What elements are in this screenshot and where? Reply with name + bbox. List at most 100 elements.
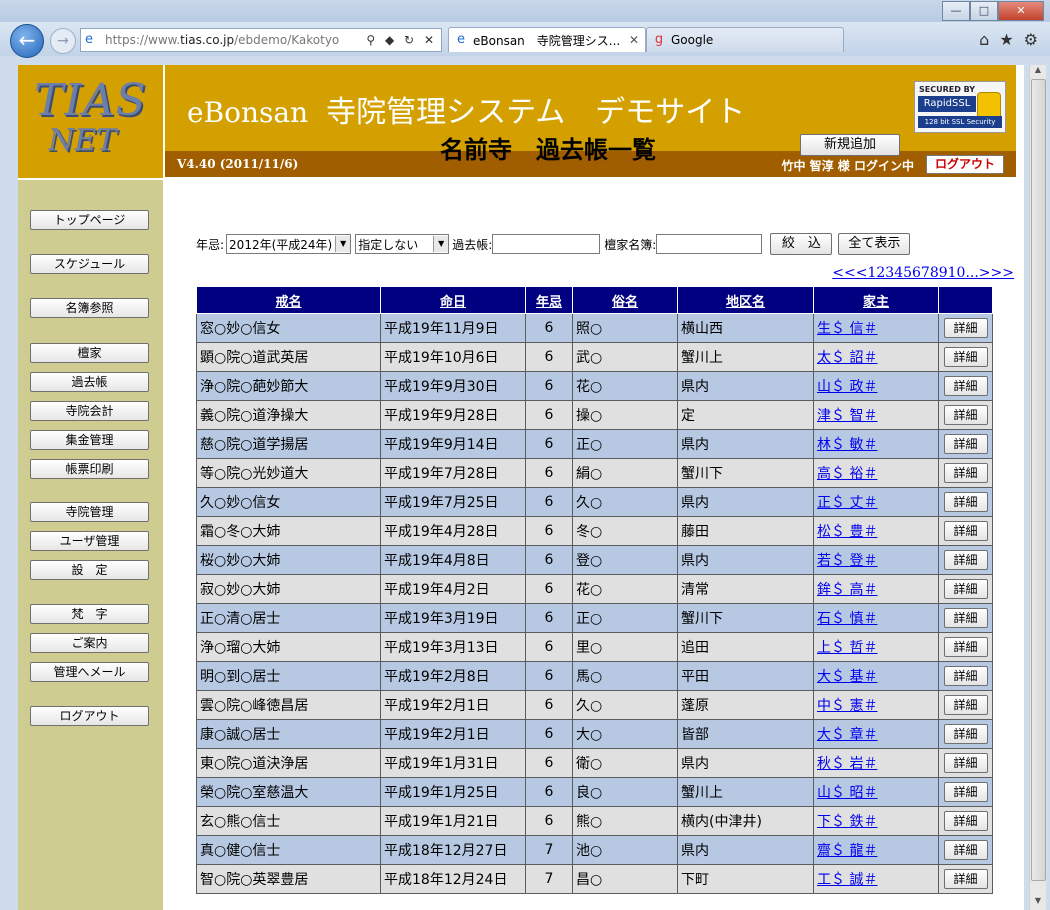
kaimyo-cell: 霜○冬○大姉: [196, 516, 381, 546]
spec-select[interactable]: 指定しない ▼: [355, 234, 450, 254]
sidebar-item-roster[interactable]: 名簿参照: [30, 298, 149, 318]
gear-icon[interactable]: ⚙: [1024, 30, 1038, 49]
maximize-button[interactable]: □: [970, 1, 998, 21]
tab-ebonsan[interactable]: e eBonsan 寺院管理シス... ✕: [448, 27, 646, 52]
favorites-star-icon[interactable]: ★: [999, 30, 1013, 49]
kakocho-input[interactable]: [492, 234, 601, 254]
detail-button[interactable]: 詳細: [943, 376, 988, 396]
yanushi-link[interactable]: 生＄ 信＃: [817, 321, 877, 337]
narrow-button[interactable]: 絞 込: [770, 233, 833, 255]
sidebar-item-kakocho[interactable]: 過去帳: [30, 372, 149, 392]
yanushi-link[interactable]: 上＄ 哲＃: [817, 640, 877, 656]
sidebar-item-logout[interactable]: ログアウト: [30, 706, 149, 726]
yanushi-link[interactable]: 若＄ 登＃: [817, 553, 877, 569]
detail-button[interactable]: 詳細: [943, 521, 988, 541]
sidebar-item-schedule[interactable]: スケジュール: [30, 254, 149, 274]
yanushi-link[interactable]: 下＄ 鉄＃: [817, 814, 877, 830]
tias-logo[interactable]: TIAS NET: [18, 65, 164, 178]
col-header-yanushi[interactable]: 家主: [813, 286, 939, 314]
minimize-button[interactable]: —: [942, 1, 970, 21]
sidebar-item-bonji[interactable]: 梵 字: [30, 604, 149, 624]
tab-close-icon[interactable]: ✕: [629, 33, 639, 47]
show-all-button[interactable]: 全て表示: [838, 233, 911, 255]
meinichi-cell: 平成19年9月14日: [380, 429, 526, 459]
forward-button[interactable]: →: [50, 28, 76, 54]
detail-button[interactable]: 詳細: [943, 579, 988, 599]
scroll-thumb[interactable]: [1031, 79, 1046, 881]
detail-button[interactable]: 詳細: [943, 695, 988, 715]
detail-button[interactable]: 詳細: [943, 405, 988, 425]
yanushi-link[interactable]: 中＄ 憲＃: [817, 698, 877, 714]
yanushi-link[interactable]: 山＄ 政＃: [817, 379, 877, 395]
lock-icon[interactable]: ◆: [385, 33, 397, 47]
add-new-button[interactable]: 新規追加: [800, 134, 900, 156]
detail-button[interactable]: 詳細: [943, 463, 988, 483]
vertical-scrollbar[interactable]: ▲ ▼: [1029, 65, 1046, 910]
detail-button[interactable]: 詳細: [943, 550, 988, 570]
sidebar-item-accounting[interactable]: 寺院会計: [30, 401, 149, 421]
detail-button[interactable]: 詳細: [943, 347, 988, 367]
sidebar-item-user-admin[interactable]: ユーザ管理: [30, 531, 149, 551]
detail-button[interactable]: 詳細: [943, 608, 988, 628]
yanushi-link[interactable]: 大＄ 基＃: [817, 669, 877, 685]
sidebar-item-danka[interactable]: 檀家: [30, 343, 149, 363]
detail-button[interactable]: 詳細: [943, 869, 988, 889]
sidebar-item-settings[interactable]: 設 定: [30, 560, 149, 580]
sidebar-item-collection[interactable]: 集金管理: [30, 430, 149, 450]
scroll-up-icon[interactable]: ▲: [1030, 65, 1046, 79]
yanushi-link[interactable]: 石＄ 慎＃: [817, 611, 877, 627]
yanushi-link[interactable]: 林＄ 敏＃: [817, 437, 877, 453]
yanushi-link[interactable]: 松＄ 豊＃: [817, 524, 877, 540]
back-button[interactable]: ←: [10, 24, 44, 58]
sidebar-item-guide[interactable]: ご案内: [30, 633, 149, 653]
sidebar-item-top[interactable]: トップページ: [30, 210, 149, 230]
pagination[interactable]: <<<12345678910...>>>: [832, 265, 1014, 281]
detail-button[interactable]: 詳細: [943, 724, 988, 744]
col-header-kaimyo[interactable]: 戒名: [196, 286, 381, 314]
scroll-down-icon[interactable]: ▼: [1030, 896, 1046, 910]
year-select[interactable]: 2012年(平成24年) ▼: [226, 234, 352, 254]
col-header-chiku[interactable]: 地区名: [677, 286, 814, 314]
yanushi-link[interactable]: 太＄ 詔＃: [817, 350, 877, 366]
search-icon[interactable]: ⚲: [366, 33, 378, 47]
stop-icon[interactable]: ✕: [424, 33, 437, 47]
zokumyo-cell: 花○: [572, 371, 678, 401]
close-window-button[interactable]: ✕: [998, 1, 1044, 21]
address-text[interactable]: https://www.tias.co.jp/ebdemo/Kakotyo: [105, 33, 366, 47]
detail-button[interactable]: 詳細: [943, 811, 988, 831]
table-row: 義○院○道浄操大 平成19年9月28日 6 操○ 定津＄ 智＃ 詳細: [196, 400, 993, 430]
detail-button[interactable]: 詳細: [943, 434, 988, 454]
ssl-seal[interactable]: SECURED BY RapidSSL 128 bit SSL Security: [914, 81, 1006, 133]
tab-google[interactable]: g Google: [646, 27, 844, 52]
danka-input[interactable]: [656, 234, 763, 254]
detail-button[interactable]: 詳細: [943, 318, 988, 338]
detail-button[interactable]: 詳細: [943, 492, 988, 512]
detail-button[interactable]: 詳細: [943, 637, 988, 657]
refresh-icon[interactable]: ↻: [404, 33, 417, 47]
yanushi-cell: 若＄ 登＃: [813, 545, 939, 575]
yanushi-link[interactable]: 鉾＄ 高＃: [817, 582, 877, 598]
yanushi-link[interactable]: 秋＄ 岩＃: [817, 756, 877, 772]
col-header-zokumyo[interactable]: 俗名: [572, 286, 678, 314]
sidebar-item-mail[interactable]: 管理へメール: [30, 662, 149, 682]
sidebar-item-temple-admin[interactable]: 寺院管理: [30, 502, 149, 522]
detail-button[interactable]: 詳細: [943, 666, 988, 686]
detail-button[interactable]: 詳細: [943, 753, 988, 773]
yanushi-link[interactable]: 正＄ 丈＃: [817, 495, 877, 511]
yanushi-link[interactable]: 齋＄ 龍＃: [817, 843, 877, 859]
col-header-meinichi[interactable]: 命日: [380, 286, 526, 314]
yanushi-link[interactable]: 津＄ 智＃: [817, 408, 877, 424]
yanushi-link[interactable]: 工＄ 誠＃: [817, 872, 877, 888]
address-bar[interactable]: e https://www.tias.co.jp/ebdemo/Kakotyo …: [80, 28, 442, 52]
col-header-nenki[interactable]: 年忌: [525, 286, 573, 314]
meinichi-cell: 平成19年4月2日: [380, 574, 526, 604]
sidebar-item-print[interactable]: 帳票印刷: [30, 459, 149, 479]
detail-button[interactable]: 詳細: [943, 782, 988, 802]
zokumyo-cell: 絹○: [572, 458, 678, 488]
yanushi-link[interactable]: 山＄ 昭＃: [817, 785, 877, 801]
detail-button[interactable]: 詳細: [943, 840, 988, 860]
home-icon[interactable]: ⌂: [979, 30, 989, 49]
logout-button-top[interactable]: ログアウト: [926, 155, 1004, 174]
yanushi-link[interactable]: 高＄ 裕＃: [817, 466, 877, 482]
yanushi-link[interactable]: 大＄ 章＃: [817, 727, 877, 743]
